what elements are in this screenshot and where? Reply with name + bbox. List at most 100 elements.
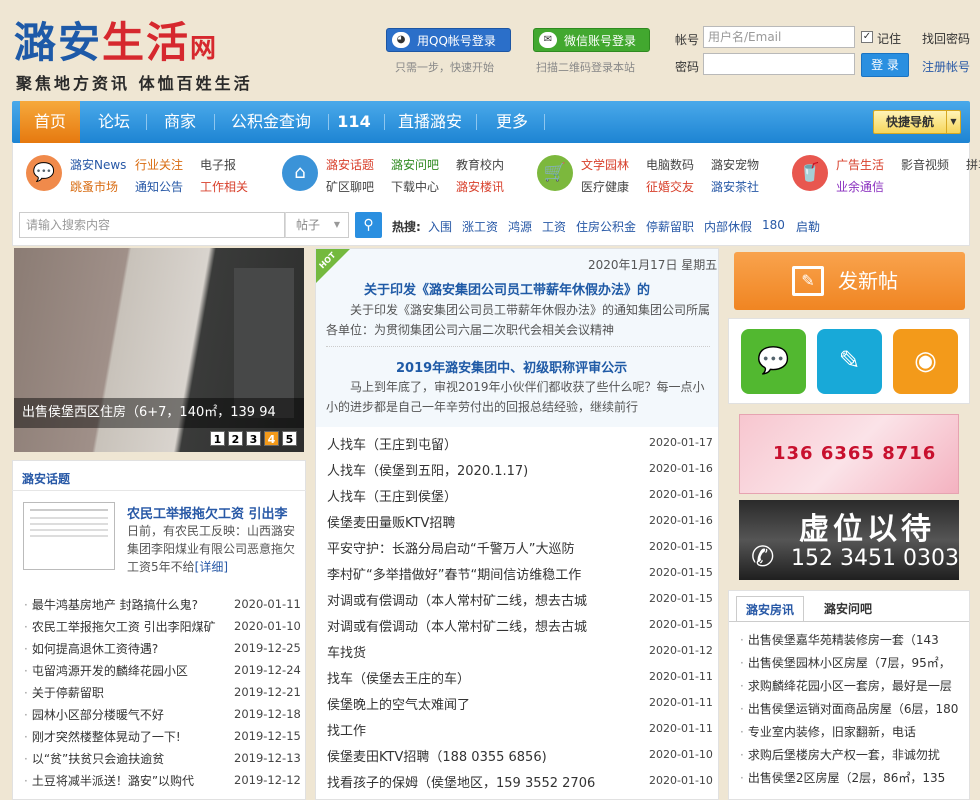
ad-banner-vacant[interactable]: ✆ 虚位以待 152 3451 0303 <box>739 500 959 580</box>
nav-live[interactable]: 直播潞安 <box>392 101 468 143</box>
slide-page-3[interactable]: 3 <box>246 431 261 446</box>
housing-item[interactable]: · 出售侯堡运销对面商品房屋（6层，180 <box>740 700 962 717</box>
category-link[interactable]: 教育校内 <box>456 156 504 173</box>
category-link[interactable]: 广告生活 <box>836 156 884 173</box>
category-link[interactable]: 医疗健康 <box>581 178 629 195</box>
news-item[interactable]: 侯堡麦田KTV招聘（188 0355 6856) <box>327 746 547 765</box>
category-link[interactable]: 拼车便民 <box>966 156 980 173</box>
news-item[interactable]: 李村矿“多举措做好”春节“期间信访维稳工作 <box>327 564 581 583</box>
category-icon-0[interactable]: 💬 <box>26 155 62 191</box>
weibo-icon[interactable]: ◉ <box>893 329 958 394</box>
category-link[interactable]: 矿区聊吧 <box>326 178 374 195</box>
news-item[interactable]: 人找车（王庄到屯留） <box>327 434 457 453</box>
category-link[interactable]: 工作相关 <box>200 178 248 195</box>
category-link[interactable]: 电脑数码 <box>646 156 694 173</box>
news-item[interactable]: 找看孩子的保姆（侯堡地区，159 3552 2706 <box>327 772 595 791</box>
slide-page-5[interactable]: 5 <box>282 431 297 446</box>
list-item[interactable]: · 农民工举报拖欠工资 引出李阳煤矿 <box>24 618 216 635</box>
list-item[interactable]: · 园林小区部分楼暖气不好 <box>24 706 164 723</box>
housing-item[interactable]: · 专业室内装修，旧家翻新，电话 <box>740 723 962 740</box>
hot-search-word[interactable]: 住房公积金 <box>576 218 636 235</box>
category-link[interactable]: 潞安话题 <box>326 156 374 173</box>
login-button[interactable]: 登 录 <box>861 53 909 77</box>
hot-search-word[interactable]: 工资 <box>542 218 566 235</box>
qq-login-button[interactable]: ◕ 用QQ帐号登录 <box>386 28 511 52</box>
housing-item[interactable]: · 出售侯堡2区房屋（2层，86㎡，135 <box>740 769 962 786</box>
list-item[interactable]: · 最牛鸿基房地产 封路搞什么鬼? <box>24 596 198 613</box>
slide-page-1[interactable]: 1 <box>210 431 225 446</box>
forgot-password-link[interactable]: 找回密码 <box>922 30 970 47</box>
hot-search-word[interactable]: 停薪留职 <box>646 218 694 235</box>
news-item[interactable]: 找车（侯堡去王庄的车） <box>327 668 470 687</box>
category-link[interactable]: 电子报 <box>200 156 236 173</box>
search-input[interactable]: 请输入搜索内容 <box>19 212 285 238</box>
list-item[interactable]: · 刚才突然楼整体晃动了一下! <box>24 728 181 745</box>
hot-search-word[interactable]: 涨工资 <box>462 218 498 235</box>
topic-more-link[interactable]: [详细] <box>195 560 228 574</box>
category-link[interactable]: 下载中心 <box>391 178 439 195</box>
hot-search-word[interactable]: 内部休假 <box>704 218 752 235</box>
housing-item[interactable]: · 出售侯堡园林小区房屋（7层，95㎡， <box>740 654 962 671</box>
housing-item[interactable]: · 求购麟绛花园小区一套房，最好是一层 <box>740 677 962 694</box>
headline-1[interactable]: 关于印发《潞安集团公司员工带薪年休假办法》的 <box>364 279 650 298</box>
search-button[interactable]: ⚲ <box>355 212 382 238</box>
nav-merchants[interactable]: 商家 <box>152 101 208 143</box>
hot-search-word[interactable]: 180 <box>762 218 785 232</box>
category-link[interactable]: 文学园林 <box>581 156 629 173</box>
register-link[interactable]: 注册帐号 <box>922 58 970 75</box>
news-item[interactable]: 人找车（侯堡到五阳，2020.1.17) <box>327 460 528 479</box>
nav-more[interactable]: 更多 <box>484 101 540 143</box>
category-link[interactable]: 潞安问吧 <box>391 156 439 173</box>
category-link[interactable]: 潞安News <box>70 156 126 173</box>
category-icon-1[interactable]: ⌂ <box>282 155 318 191</box>
hot-search-word[interactable]: 入围 <box>428 218 452 235</box>
category-link[interactable]: 业余通信 <box>836 178 884 195</box>
slide-caption[interactable]: 出售侯堡西区住房（6+7，140㎡，139 94 <box>14 398 304 428</box>
housing-item[interactable]: · 出售侯堡嘉华苑精装修房一套（143 <box>740 631 962 648</box>
hot-search-word[interactable]: 鸿源 <box>508 218 532 235</box>
nav-home[interactable]: 首页 <box>20 101 80 143</box>
slide-page-2[interactable]: 2 <box>228 431 243 446</box>
category-icon-2[interactable]: 🛒 <box>537 155 573 191</box>
category-link[interactable]: 影音视频 <box>901 156 949 173</box>
nav-114[interactable]: 114 <box>332 101 376 143</box>
remember-checkbox[interactable]: ✓ <box>861 31 873 43</box>
new-post-button[interactable]: ✎ 发新帖 <box>734 252 965 310</box>
category-link[interactable]: 行业关注 <box>135 156 183 173</box>
nav-forum[interactable]: 论坛 <box>86 101 142 143</box>
hot-search-word[interactable]: 启勒 <box>796 218 820 235</box>
list-item[interactable]: · 关于停薪留职 <box>24 684 104 701</box>
news-item[interactable]: 人找车（王庄到侯堡） <box>327 486 457 505</box>
category-link[interactable]: 潞安楼讯 <box>456 178 504 195</box>
news-item[interactable]: 对调或有偿调动（本人常村矿二线，想去古城 <box>327 616 587 635</box>
category-link[interactable]: 潞安宠物 <box>711 156 759 173</box>
ad-banner-phone[interactable]: 136 6365 8716 <box>739 414 959 494</box>
category-icon-3[interactable]: 🥤 <box>792 155 828 191</box>
list-item[interactable]: · 屯留鸿源开发的麟绛花园小区 <box>24 662 188 679</box>
news-item[interactable]: 平安守护：长潞分局启动“千警万人”大巡防 <box>327 538 574 557</box>
account-input[interactable]: 用户名/Email <box>703 26 855 48</box>
category-link[interactable]: 潞安茶社 <box>711 178 759 195</box>
news-item[interactable]: 对调或有偿调动（本人常村矿二线，想去古城 <box>327 590 587 609</box>
wechat-icon[interactable]: 💬 <box>741 329 806 394</box>
password-input[interactable] <box>703 53 855 75</box>
photo-slideshow[interactable]: 出售侯堡西区住房（6+7，140㎡，139 94 12345 <box>14 248 304 452</box>
news-item[interactable]: 车找货 <box>327 642 366 661</box>
category-link[interactable]: 跳蚤市场 <box>70 178 118 195</box>
list-item[interactable]: · 土豆将减半派送！潞安”以购代 <box>24 772 194 789</box>
news-item[interactable]: 找工作 <box>327 720 366 739</box>
headline-2[interactable]: 2019年潞安集团中、初级职称评审公示 <box>396 357 627 376</box>
tab-housing[interactable]: 潞安房讯 <box>736 596 804 622</box>
slide-page-4[interactable]: 4 <box>264 431 279 446</box>
topics-title[interactable]: 潞安话题 <box>22 470 70 487</box>
list-item[interactable]: · 以“贫”扶贫只会逾扶逾贫 <box>24 750 164 767</box>
news-item[interactable]: 侯堡晚上的空气太难闻了 <box>327 694 470 713</box>
category-link[interactable]: 通知公告 <box>135 178 183 195</box>
tab-questions[interactable]: 潞安问吧 <box>814 596 882 622</box>
nav-fund-query[interactable]: 公积金查询 <box>220 101 322 143</box>
quick-nav-button[interactable]: 快捷导航 ▼ <box>873 110 961 134</box>
weibo-mini-icon[interactable]: ✎ <box>817 329 882 394</box>
site-logo[interactable]: 潞安生活网 聚焦地方资讯 体恤百姓生活 <box>14 18 314 94</box>
news-item[interactable]: 侯堡麦田量贩KTV招聘 <box>327 512 455 531</box>
topic-feature-title[interactable]: 农民工举报拖欠工资 引出李 <box>127 503 288 522</box>
